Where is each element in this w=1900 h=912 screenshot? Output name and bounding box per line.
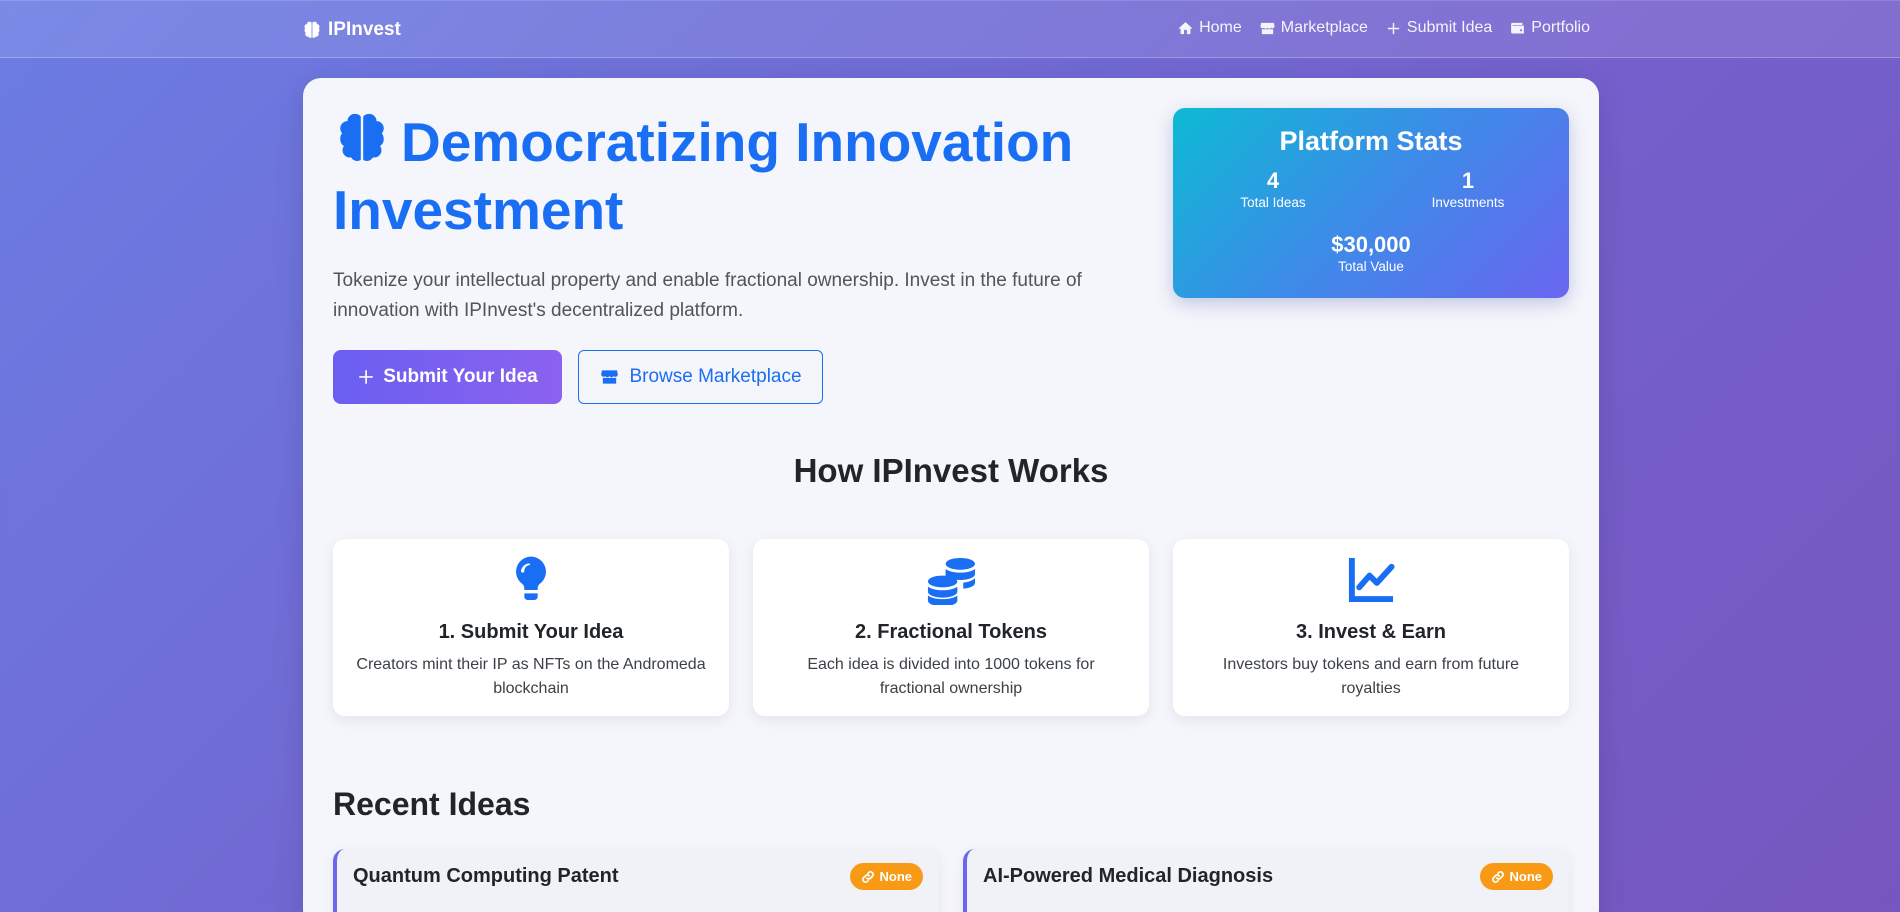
nav-submit-idea[interactable]: Submit Idea (1385, 19, 1492, 37)
hero-title: Democratizing Innovation Investment (333, 108, 1133, 244)
step-title: 1. Submit Your Idea (438, 621, 624, 643)
stat-investments: 1 Investments (1388, 168, 1548, 210)
step-title: 2. Fractional Tokens (855, 621, 1047, 643)
brain-icon (304, 21, 320, 38)
platform-stats-card: Platform Stats 4 Total Ideas 1 Investmen… (1173, 108, 1569, 298)
stat-total-value: $30,000 Total Value (1291, 232, 1451, 274)
navbar: IPInvest Home Marketplace Submit Idea Po… (0, 0, 1900, 58)
brain-icon (340, 113, 384, 161)
step-description: Investors buy tokens and earn from futur… (1222, 656, 1520, 697)
plus-icon (1387, 22, 1400, 34)
chart-line-icon (1348, 557, 1395, 603)
store-icon (601, 370, 619, 384)
hero-description: Tokenize your intellectual property and … (333, 270, 1082, 321)
lightbulb-icon (516, 556, 546, 600)
nav-portfolio[interactable]: Portfolio (1509, 19, 1590, 37)
stat-value: $30,000 (1331, 232, 1411, 257)
submit-idea-button[interactable]: Submit Your Idea (333, 350, 562, 404)
browse-marketplace-button-label: Browse Marketplace (629, 366, 802, 387)
stat-label: Total Value (1338, 259, 1404, 274)
status-badge-text: None (1509, 869, 1543, 884)
wallet-icon (1511, 22, 1525, 33)
nav-home[interactable]: Home (1177, 19, 1242, 37)
link-icon (1491, 870, 1504, 883)
main-card: Democratizing Innovation Investment Toke… (303, 78, 1599, 912)
stat-value: 4 (1266, 168, 1280, 193)
recent-ideas-title: Recent Ideas (333, 786, 531, 822)
step-card-submit: 1. Submit Your Idea Creators mint their … (333, 539, 729, 716)
idea-name: AI-Powered Medical Diagnosis (983, 865, 1274, 887)
nav-home-label: Home (1199, 19, 1242, 36)
stat-total-ideas: 4 Total Ideas (1193, 168, 1353, 210)
step-description: Each idea is divided into 1000 tokens fo… (807, 656, 1095, 697)
status-badge: None (1479, 863, 1553, 890)
idea-card[interactable]: AI-Powered Medical Diagnosis None (963, 849, 1569, 912)
home-icon (1178, 21, 1193, 34)
how-it-works-title: How IPInvest Works (793, 452, 1109, 489)
brand-logo[interactable]: IPInvest (302, 18, 401, 42)
status-badge-text: None (879, 869, 913, 884)
stat-label: Total Ideas (1240, 195, 1306, 210)
hero-title-text: Democratizing Innovation Investment (333, 111, 1074, 241)
submit-idea-button-label: Submit Your Idea (383, 366, 538, 387)
link-icon (861, 870, 874, 883)
step-card-tokens: 2. Fractional Tokens Each idea is divide… (753, 539, 1149, 716)
nav-portfolio-label: Portfolio (1531, 19, 1590, 36)
coins-icon (927, 557, 975, 605)
step-description: Creators mint their IP as NFTs on the An… (356, 656, 706, 697)
browse-marketplace-button[interactable]: Browse Marketplace (578, 350, 823, 404)
stat-value: 1 (1461, 168, 1475, 193)
status-badge: None (849, 863, 923, 890)
nav-menu: Home Marketplace Submit Idea Portfolio (1177, 19, 1590, 37)
brand-name: IPInvest (328, 19, 401, 40)
store-icon (1260, 22, 1275, 34)
idea-card[interactable]: Quantum Computing Patent None (333, 849, 939, 912)
nav-submit-idea-label: Submit Idea (1406, 19, 1493, 36)
step-card-invest: 3. Invest & Earn Investors buy tokens an… (1173, 539, 1569, 716)
plus-icon (359, 370, 373, 384)
idea-name: Quantum Computing Patent (353, 865, 619, 887)
stats-title: Platform Stats (1279, 126, 1463, 156)
nav-marketplace-label: Marketplace (1280, 19, 1368, 36)
stat-label: Investments (1431, 195, 1505, 210)
step-title: 3. Invest & Earn (1295, 621, 1447, 643)
nav-marketplace[interactable]: Marketplace (1259, 19, 1368, 37)
